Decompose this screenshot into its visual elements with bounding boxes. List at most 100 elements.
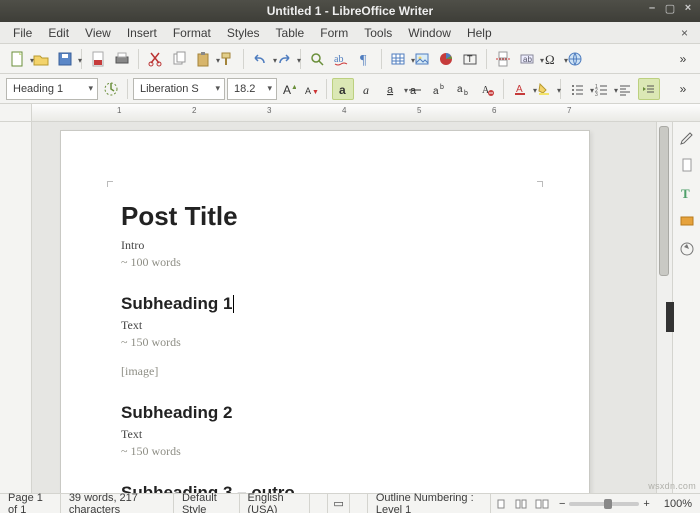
vertical-scrollbar[interactable] [656, 122, 672, 493]
numbered-list-button[interactable]: 123▾ [590, 78, 612, 100]
status-word-count[interactable]: 39 words, 217 characters [61, 494, 174, 513]
menu-format[interactable]: Format [166, 24, 218, 42]
spellcheck-button[interactable]: ab [330, 48, 352, 70]
doc-text-label-2[interactable]: Text [121, 427, 529, 442]
status-view-single-icon[interactable] [491, 494, 511, 513]
formatting-marks-button[interactable]: ¶ [354, 48, 376, 70]
doc-image-placeholder[interactable]: [image] [121, 364, 529, 379]
doc-intro-label[interactable]: Intro [121, 238, 529, 253]
paragraph-style-dropdown[interactable]: Heading 1 ▾ [6, 78, 98, 100]
font-name-dropdown[interactable]: Liberation S ▾ [133, 78, 225, 100]
bullet-list-button[interactable]: ▾ [566, 78, 588, 100]
document-page[interactable]: Post Title Intro ~ 100 words Subheading … [60, 130, 590, 493]
insert-field-button[interactable]: ab▾ [516, 48, 538, 70]
bold-button[interactable]: a [332, 78, 354, 100]
doc-subheading-3[interactable]: Subheading 3 – outro [121, 483, 529, 493]
export-pdf-button[interactable] [87, 48, 109, 70]
insert-textbox-button[interactable]: T [459, 48, 481, 70]
sidebar-navigator-icon[interactable] [678, 240, 696, 258]
insert-special-char-button[interactable]: Ω▾ [540, 48, 562, 70]
menu-help[interactable]: Help [460, 24, 499, 42]
underline-button[interactable]: a▾ [380, 78, 402, 100]
document-viewport[interactable]: Post Title Intro ~ 100 words Subheading … [32, 122, 656, 493]
window-close-button[interactable]: × [682, 2, 694, 14]
menu-styles[interactable]: Styles [220, 24, 267, 42]
scrollbar-thumb[interactable] [659, 126, 669, 276]
increase-indent-button[interactable] [638, 78, 660, 100]
doc-text-label-1[interactable]: Text [121, 318, 529, 333]
status-selection-mode[interactable]: ▭ [328, 494, 350, 513]
spellcheck-underline[interactable]: outro [251, 483, 294, 493]
highlight-color-button[interactable]: ▾ [533, 78, 555, 100]
copy-button[interactable] [168, 48, 190, 70]
subscript-button[interactable]: ab [452, 78, 474, 100]
clear-formatting-button[interactable]: A [476, 78, 498, 100]
doc-subheading-2[interactable]: Subheading 2 [121, 403, 529, 423]
status-page[interactable]: Page 1 of 1 [0, 494, 61, 513]
zoom-in-icon[interactable]: + [643, 498, 649, 510]
horizontal-ruler[interactable]: 1 2 3 4 5 6 7 [32, 104, 700, 121]
undo-button[interactable]: ▾ [249, 48, 271, 70]
status-outline[interactable]: Outline Numbering : Level 1 [368, 494, 491, 513]
zoom-percent[interactable]: 100% [656, 494, 700, 513]
shrink-font-button[interactable]: A▼ [301, 79, 321, 99]
insert-page-break-button[interactable] [492, 48, 514, 70]
toolbar-overflow-button[interactable]: » [672, 48, 694, 70]
status-page-style[interactable]: Default Style [174, 494, 240, 513]
update-style-button[interactable] [100, 78, 122, 100]
open-button[interactable] [30, 48, 52, 70]
zoom-slider[interactable]: − + [553, 498, 656, 510]
window-maximize-button[interactable]: ▢ [664, 2, 676, 14]
insert-hyperlink-button[interactable] [564, 48, 586, 70]
status-view-multi-icon[interactable] [511, 494, 531, 513]
insert-table-button[interactable]: ▾ [387, 48, 409, 70]
redo-button[interactable]: ▾ [273, 48, 295, 70]
svg-text:b: b [440, 84, 444, 91]
window-minimize-button[interactable]: – [646, 2, 658, 14]
window-close-doc-icon[interactable]: × [675, 24, 694, 42]
status-view-book-icon[interactable] [531, 494, 553, 513]
sidebar-gallery-icon[interactable] [678, 212, 696, 230]
font-color-button[interactable]: A▾ [509, 78, 531, 100]
font-size-dropdown[interactable]: 18.2 ▾ [227, 78, 277, 100]
zoom-out-icon[interactable]: − [559, 498, 565, 510]
zoom-knob[interactable] [604, 499, 612, 509]
doc-sub2-hint[interactable]: ~ 150 words [121, 444, 529, 459]
menu-window[interactable]: Window [401, 24, 458, 42]
new-doc-button[interactable]: ▾ [6, 48, 28, 70]
doc-title[interactable]: Post Title [121, 201, 529, 232]
status-signature[interactable] [350, 494, 368, 513]
superscript-button[interactable]: ab [428, 78, 450, 100]
insert-chart-button[interactable] [435, 48, 457, 70]
strikethrough-button[interactable]: a [404, 78, 426, 100]
watermark: wsxdn.com [648, 481, 696, 491]
menu-table[interactable]: Table [269, 24, 312, 42]
menu-form[interactable]: Form [313, 24, 355, 42]
align-left-button[interactable] [614, 78, 636, 100]
print-button[interactable] [111, 48, 133, 70]
menu-view[interactable]: View [78, 24, 118, 42]
doc-sub1-hint[interactable]: ~ 150 words [121, 335, 529, 350]
menu-edit[interactable]: Edit [41, 24, 76, 42]
menu-file[interactable]: File [6, 24, 39, 42]
toolbar2-overflow-button[interactable]: » [672, 78, 694, 100]
status-insert-mode[interactable] [310, 494, 328, 513]
grow-font-button[interactable]: A▲ [279, 79, 299, 99]
clone-formatting-button[interactable] [216, 48, 238, 70]
menu-insert[interactable]: Insert [120, 24, 164, 42]
vertical-ruler[interactable] [0, 122, 32, 493]
doc-subheading-1[interactable]: Subheading 1 [121, 294, 529, 314]
italic-button[interactable]: a [356, 78, 378, 100]
sidebar-collapse-handle[interactable] [666, 302, 674, 332]
insert-image-button[interactable] [411, 48, 433, 70]
cut-button[interactable] [144, 48, 166, 70]
save-button[interactable]: ▾ [54, 48, 76, 70]
sidebar-properties-icon[interactable] [678, 128, 696, 146]
doc-intro-hint[interactable]: ~ 100 words [121, 255, 529, 270]
menu-tools[interactable]: Tools [357, 24, 399, 42]
sidebar-styles-icon[interactable]: T [678, 184, 696, 202]
paste-button[interactable]: ▾ [192, 48, 214, 70]
status-language[interactable]: English (USA) [240, 494, 311, 513]
find-replace-button[interactable] [306, 48, 328, 70]
sidebar-page-icon[interactable] [678, 156, 696, 174]
